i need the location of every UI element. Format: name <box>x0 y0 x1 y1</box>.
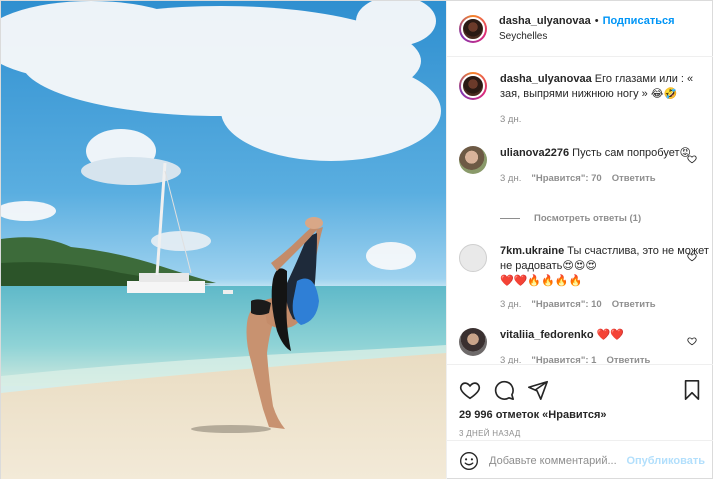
post-side-panel: dasha_ulyanovaa • Подписаться Seychelles… <box>446 1 713 479</box>
view-replies-label: Посмотреть ответы (1) <box>534 213 642 224</box>
comment-heart-icon[interactable] <box>687 154 697 164</box>
comment-text-emoji: ❤️❤️🔥🔥🔥🔥 <box>500 275 583 287</box>
post-photo[interactable] <box>1 1 446 479</box>
comment-likes[interactable]: "Нравится": 1 <box>531 355 596 364</box>
caption-meta: 3 дн. <box>500 114 709 125</box>
comment-username[interactable]: vitaliia_fedorenko <box>500 329 594 341</box>
post-header: dasha_ulyanovaa • Подписаться Seychelles <box>447 1 713 57</box>
comment-item: 7km.ukraine Ты счастлива, это не может н… <box>459 244 709 310</box>
author-username[interactable]: dasha_ulyanovaa <box>499 14 591 29</box>
comment-icon[interactable] <box>493 379 515 401</box>
heart-icon[interactable] <box>459 379 481 401</box>
caption-time[interactable]: 3 дн. <box>500 114 521 125</box>
view-replies-button[interactable]: Посмотреть ответы (1) <box>500 213 641 224</box>
bookmark-icon[interactable] <box>681 379 703 401</box>
comment-body: 7km.ukraine Ты счастлива, это не может н… <box>500 244 709 289</box>
commenter-avatar[interactable] <box>459 146 487 174</box>
comments-list[interactable]: dasha_ulyanovaa Его глазами или : « зая,… <box>447 58 713 364</box>
commenter-avatar[interactable] <box>459 328 487 356</box>
share-icon[interactable] <box>527 379 549 401</box>
action-icons <box>447 365 713 405</box>
add-comment-bar: Опубликовать <box>447 440 713 479</box>
likes-count: 29 996 <box>459 409 493 421</box>
caption-username[interactable]: dasha_ulyanovaa <box>500 73 592 85</box>
comment-item: vitaliia_fedorenko ❤️❤️ 3 дн. "Нравится"… <box>459 328 709 364</box>
post-timestamp[interactable]: 3 ДНЕЙ НАЗАД <box>447 429 713 438</box>
comment-time[interactable]: 3 дн. <box>500 355 521 364</box>
caption-avatar[interactable] <box>459 72 487 100</box>
caption-item: dasha_ulyanovaa Его глазами или : « зая,… <box>459 72 709 125</box>
author-avatar[interactable] <box>459 14 487 43</box>
separator-dot: • <box>594 14 599 27</box>
view-replies-line <box>500 218 520 219</box>
comment-input[interactable] <box>489 454 627 467</box>
reply-button[interactable]: Ответить <box>606 355 650 364</box>
comment-likes[interactable]: "Нравится": 70 <box>531 173 601 184</box>
comment-meta: 3 дн. "Нравится": 10 Ответить <box>500 299 709 310</box>
comment-username[interactable]: 7km.ukraine <box>500 245 564 257</box>
beach-photo-illustration <box>1 1 446 479</box>
caption-body: dasha_ulyanovaa Его глазами или : « зая,… <box>500 72 709 102</box>
likes-text: отметок «Нравится» <box>495 409 607 421</box>
post-location[interactable]: Seychelles <box>499 29 675 44</box>
comment-username[interactable]: ulianova2276 <box>500 147 569 159</box>
commenter-avatar[interactable] <box>459 244 487 272</box>
comment-time[interactable]: 3 дн. <box>500 299 521 310</box>
comment-meta: 3 дн. "Нравится": 1 Ответить <box>500 355 709 364</box>
comment-body: vitaliia_fedorenko ❤️❤️ <box>500 328 709 343</box>
author-info: dasha_ulyanovaa • Подписаться Seychelles <box>499 14 675 44</box>
follow-button[interactable]: Подписаться <box>603 14 675 29</box>
comment-time[interactable]: 3 дн. <box>500 173 521 184</box>
comment-likes[interactable]: "Нравится": 10 <box>531 299 601 310</box>
comment-text: Пусть сам попробует😡 <box>572 147 691 159</box>
instagram-post: dasha_ulyanovaa • Подписаться Seychelles… <box>0 0 713 479</box>
comment-text: ❤️❤️ <box>596 329 625 341</box>
emoji-icon[interactable] <box>459 451 479 471</box>
comment-heart-icon[interactable] <box>687 252 697 262</box>
comment-body: ulianova2276 Пусть сам попробует😡 <box>500 146 709 161</box>
comment-item: ulianova2276 Пусть сам попробует😡 3 дн. … <box>459 146 709 184</box>
comment-heart-icon[interactable] <box>687 336 697 346</box>
publish-button[interactable]: Опубликовать <box>626 455 705 467</box>
likes-summary[interactable]: 29 996 отметок «Нравится» <box>447 409 713 421</box>
comment-meta: 3 дн. "Нравится": 70 Ответить <box>500 173 709 184</box>
reply-button[interactable]: Ответить <box>612 173 656 184</box>
reply-button[interactable]: Ответить <box>612 299 656 310</box>
